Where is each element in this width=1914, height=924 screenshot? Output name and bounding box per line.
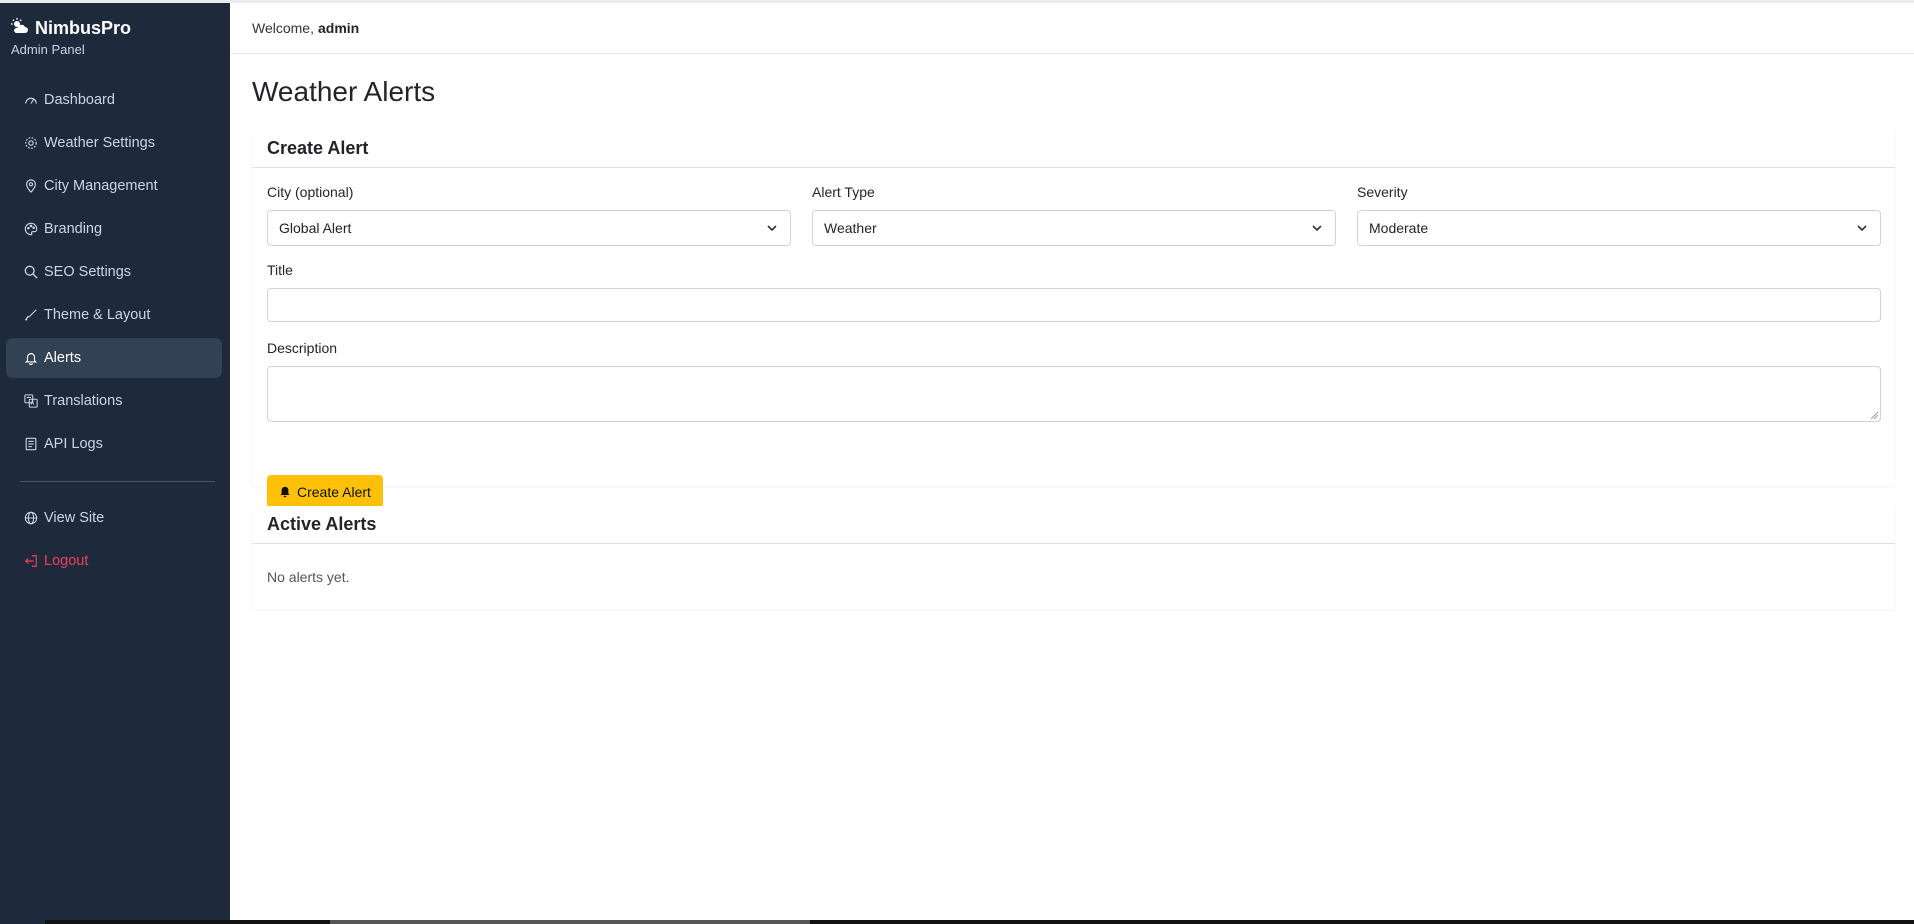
sidebar-item-branding[interactable]: Branding xyxy=(6,209,222,249)
sidebar: NimbusPro Admin Panel Dashboard Weather … xyxy=(0,3,230,924)
city-label: City (optional) xyxy=(267,184,354,200)
taskbar-strip xyxy=(45,920,1914,924)
alert-type-select[interactable]: Weather xyxy=(812,210,1336,246)
location-pin-icon xyxy=(23,179,38,194)
sidebar-item-label: Alerts xyxy=(44,350,82,366)
title-label: Title xyxy=(267,262,293,278)
create-alert-form: City (optional) Global Alert Alert Type … xyxy=(252,168,1895,508)
alert-type-label: Alert Type xyxy=(812,184,875,200)
sidebar-secondary-nav: View Site Logout xyxy=(6,498,222,584)
translate-icon xyxy=(23,394,38,409)
app-root: NimbusPro Admin Panel Dashboard Weather … xyxy=(0,0,1914,924)
severity-select[interactable]: Moderate xyxy=(1357,210,1881,246)
brand-subtitle: Admin Panel xyxy=(11,42,85,57)
brand[interactable]: NimbusPro Admin Panel xyxy=(11,18,131,57)
cloud-sun-icon xyxy=(11,18,29,39)
create-alert-button-label: Create Alert xyxy=(297,483,371,500)
chevron-down-icon xyxy=(1857,225,1867,232)
document-icon xyxy=(23,437,38,452)
city-select[interactable]: Global Alert xyxy=(267,210,791,246)
sidebar-item-label: SEO Settings xyxy=(44,264,132,280)
sidebar-item-label: Theme & Layout xyxy=(44,307,151,323)
sidebar-item-seo-settings[interactable]: SEO Settings xyxy=(6,252,222,292)
sidebar-item-logout[interactable]: Logout xyxy=(6,541,222,581)
sidebar-item-label: Translations xyxy=(44,393,123,409)
severity-value: Moderate xyxy=(1369,220,1429,236)
brush-icon xyxy=(23,308,38,323)
active-alerts-body: No alerts yet. xyxy=(252,544,1895,600)
globe-icon xyxy=(23,511,38,526)
sidebar-item-label: API Logs xyxy=(44,436,103,452)
card-title: Create Alert xyxy=(252,130,1895,168)
username: admin xyxy=(317,20,360,36)
top-header: Welcome, admin xyxy=(230,3,1914,54)
active-alerts-card: Active Alerts No alerts yet. xyxy=(252,506,1895,609)
description-label: Description xyxy=(267,340,338,356)
severity-label: Severity xyxy=(1357,184,1408,200)
sidebar-item-translations[interactable]: Translations xyxy=(6,381,222,421)
sidebar-nav: Dashboard Weather Settings City Manageme… xyxy=(6,80,222,467)
sidebar-item-view-site[interactable]: View Site xyxy=(6,498,222,538)
empty-state-text: No alerts yet. xyxy=(267,569,350,585)
bell-icon xyxy=(23,351,38,366)
page-title: Weather Alerts xyxy=(252,76,436,107)
sidebar-item-label: Weather Settings xyxy=(44,135,155,151)
brand-title-row: NimbusPro xyxy=(11,18,131,39)
sidebar-item-theme-layout[interactable]: Theme & Layout xyxy=(6,295,222,335)
alert-type-value: Weather xyxy=(824,220,877,236)
welcome-text: Welcome, xyxy=(252,20,314,36)
sidebar-item-dashboard[interactable]: Dashboard xyxy=(6,80,222,120)
palette-icon xyxy=(23,222,38,237)
search-icon xyxy=(23,265,38,280)
sidebar-item-api-logs[interactable]: API Logs xyxy=(6,424,222,464)
logout-icon xyxy=(23,554,38,569)
create-alert-card: Create Alert City (optional) Global Aler… xyxy=(252,130,1895,508)
brand-name: NimbusPro xyxy=(35,18,132,38)
city-select-value: Global Alert xyxy=(279,220,352,236)
sidebar-item-label: Dashboard xyxy=(44,92,115,108)
title-input[interactable] xyxy=(267,288,1881,322)
bell-icon xyxy=(280,486,290,497)
sidebar-item-alerts[interactable]: Alerts xyxy=(6,338,222,378)
taskbar-strip-segment xyxy=(330,920,810,924)
create-alert-button[interactable]: Create Alert xyxy=(267,475,383,508)
description-textarea[interactable] xyxy=(267,366,1881,422)
speedometer-icon xyxy=(23,93,38,108)
chevron-down-icon xyxy=(767,225,777,232)
sidebar-item-label: Logout xyxy=(44,553,89,569)
sidebar-item-weather-settings[interactable]: Weather Settings xyxy=(6,123,222,163)
gear-icon xyxy=(23,136,38,151)
sidebar-item-label: Branding xyxy=(44,221,103,237)
sidebar-item-city-management[interactable]: City Management xyxy=(6,166,222,206)
sidebar-item-label: View Site xyxy=(44,510,105,526)
resize-grip-icon[interactable] xyxy=(1870,411,1878,419)
chevron-down-icon xyxy=(1312,225,1322,232)
sidebar-divider xyxy=(20,481,215,482)
card-title: Active Alerts xyxy=(252,506,1895,544)
sidebar-item-label: City Management xyxy=(44,178,158,194)
